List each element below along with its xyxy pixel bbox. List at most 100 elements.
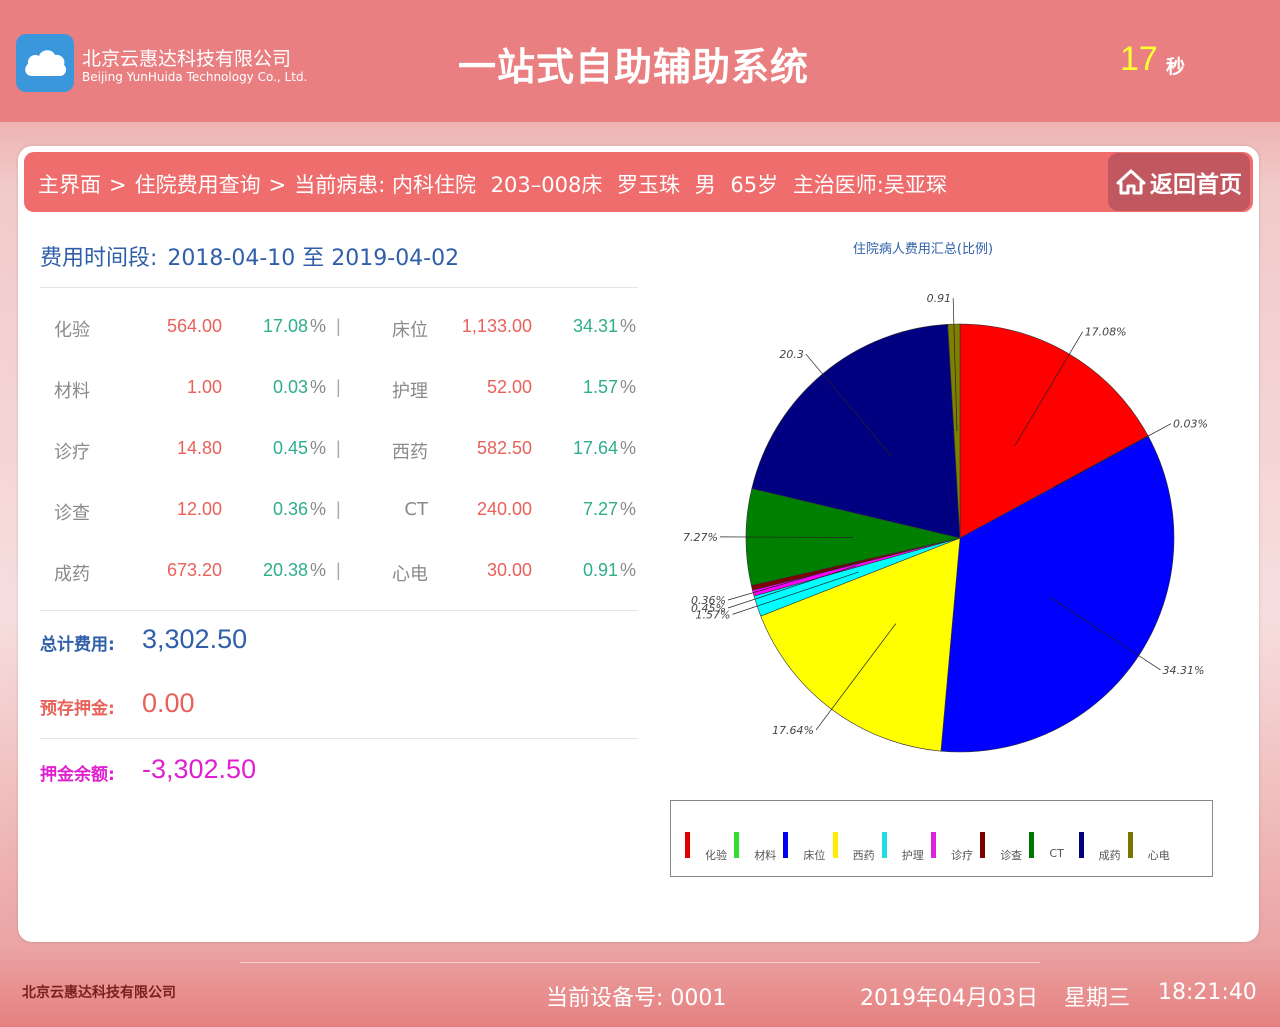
percent-sign: % [620, 316, 637, 336]
fee-item-percent: 0.03 [272, 377, 308, 397]
legend-label: 化验 [705, 849, 727, 862]
patient-age: 65岁 [730, 173, 779, 197]
fee-item-amount: 673.20 [166, 560, 222, 580]
legend-swatch [685, 832, 690, 858]
fee-item-amount: 30.00 [486, 560, 532, 580]
percent-sign: % [620, 499, 637, 519]
fee-item-name: 化验 [54, 320, 90, 341]
company-logo [16, 34, 74, 92]
fee-item-name: 护理 [392, 381, 428, 402]
breadcrumb-separator: > [268, 173, 287, 197]
legend-label: 材料 [754, 849, 777, 862]
countdown-unit: 秒 [1166, 56, 1186, 78]
total-fee-label: 总计费用: [40, 635, 115, 655]
fee-period-value: 2018-04-10 至 2019-04-02 [167, 246, 460, 271]
balance-value: -3,302.50 [142, 754, 257, 784]
pie-slice-label: 17.64% [772, 724, 814, 737]
current-weekday: 星期三 [1064, 986, 1131, 1011]
fee-item-amount: 12.00 [176, 499, 222, 519]
fee-item-percent: 0.45 [272, 438, 308, 458]
percent-sign: % [310, 316, 327, 336]
percent-sign: % [620, 377, 637, 397]
deposit-label: 预存押金: [40, 699, 115, 719]
pie-slice-label: 0.36% [691, 594, 726, 607]
footer-divider [240, 962, 1040, 963]
legend-swatch [1078, 832, 1084, 858]
fee-item-amount: 1.00 [186, 377, 222, 397]
divider [40, 610, 638, 611]
fee-item-amount: 14.80 [176, 438, 222, 458]
legend-swatch [931, 832, 936, 858]
percent-sign: % [310, 377, 327, 397]
divider [40, 738, 638, 739]
balance-label: 押金余额: [40, 765, 115, 785]
app-title: 一站式自助辅助系统 [458, 45, 810, 89]
legend-swatch [980, 832, 986, 858]
company-name-cn: 北京云惠达科技有限公司 [82, 48, 292, 70]
divider [40, 287, 638, 288]
pie-slice-label: 0.91 [927, 292, 952, 305]
fee-item-amount: 52.00 [486, 377, 532, 397]
main-card: 主界面 > 住院费用查询 > 当前病患: 内科住院 203–008床 罗玉珠 男 65岁… [18, 146, 1259, 942]
legend-label: 诊疗 [951, 849, 973, 862]
legend-label: 心电 [1147, 849, 1170, 862]
cloud-icon [25, 50, 67, 76]
countdown-timer: 17 [1120, 40, 1158, 78]
attending-doctor: 主治医师:吴亚琛 [792, 173, 947, 197]
legend-swatch [734, 832, 740, 858]
pie-slice-label: 0.03% [1173, 418, 1208, 431]
home-icon [1116, 169, 1146, 195]
device-number: 当前设备号: 0001 [546, 986, 727, 1011]
chart-title: 住院病人费用汇总(比例) [852, 242, 994, 257]
fee-item-percent: 0.36 [272, 499, 308, 519]
patient-department: 当前病患: 内科住院 [294, 173, 476, 197]
return-home-button[interactable]: 返回首页 [1108, 153, 1250, 211]
legend-swatch [1127, 832, 1133, 858]
fee-item-name: 床位 [392, 320, 428, 341]
column-separator: | [336, 560, 341, 580]
fee-item-name: 材料 [54, 381, 90, 402]
percent-sign: % [310, 499, 327, 519]
column-separator: | [336, 377, 341, 397]
legend-swatch [832, 832, 838, 858]
chart-legend: 化验 材料 床位 西药 护理 诊疗 诊查 CT 成药 心电 [670, 800, 1213, 877]
breadcrumb-home[interactable]: 主界面 [38, 173, 101, 197]
fee-item-name: 诊查 [54, 503, 90, 524]
breadcrumb-page: 住院费用查询 [134, 173, 261, 197]
fee-item-percent: 17.08 [262, 316, 308, 336]
legend-label: 诊查 [1000, 849, 1023, 862]
fee-item-amount: 1,133.00 [461, 316, 532, 336]
legend-swatch [1029, 832, 1035, 858]
fee-row: 成药 673.20 20.38% | 心电 30.00 0.91% [40, 556, 650, 586]
legend-label: 西药 [852, 849, 875, 862]
fee-row: 材料 1.00 0.03% | 护理 52.00 1.57% [40, 373, 650, 403]
legend-label: 成药 [1098, 849, 1121, 862]
fee-item-percent: 34.31 [572, 316, 618, 336]
legend-label: CT [1049, 847, 1064, 860]
percent-sign: % [620, 438, 637, 458]
fee-item-amount: 582.50 [476, 438, 532, 458]
current-date: 2019年04月03日 [860, 986, 1038, 1011]
fee-item-percent: 20.38 [262, 560, 308, 580]
pie-chart: 17.08%0.03%34.31%17.64%1.57%0.45%0.36%7.… [683, 292, 1208, 753]
breadcrumb-separator: > [109, 173, 127, 197]
fee-item-amount: 564.00 [166, 316, 222, 336]
column-separator: | [336, 499, 341, 519]
patient-name: 罗玉珠 [617, 173, 681, 197]
fee-item-name: 心电 [392, 564, 428, 585]
legend-swatch [881, 832, 887, 858]
fee-item-percent: 0.91 [582, 560, 618, 580]
total-fee-value: 3,302.50 [142, 624, 248, 654]
fee-item-percent: 7.27 [582, 499, 618, 519]
current-time: 18:21:40 [1158, 980, 1257, 1005]
legend-swatch [783, 832, 789, 858]
fee-period: 费用时间段: 2018-04-10 至 2019-04-02 [40, 240, 459, 272]
pie-slice-label: 34.31% [1162, 664, 1204, 677]
legend-label: 护理 [901, 849, 924, 862]
breadcrumb-bar: 主界面 > 住院费用查询 > 当前病患: 内科住院 203–008床 罗玉珠 男 65岁… [24, 152, 1253, 212]
fee-item-name: CT [404, 499, 428, 520]
deposit-value: 0.00 [142, 688, 195, 718]
app-header: 北京云惠达科技有限公司 Beijing YunHuida Technology … [0, 0, 1280, 122]
footer-company: 北京云惠达科技有限公司 [22, 985, 176, 1001]
column-separator: | [336, 438, 341, 458]
